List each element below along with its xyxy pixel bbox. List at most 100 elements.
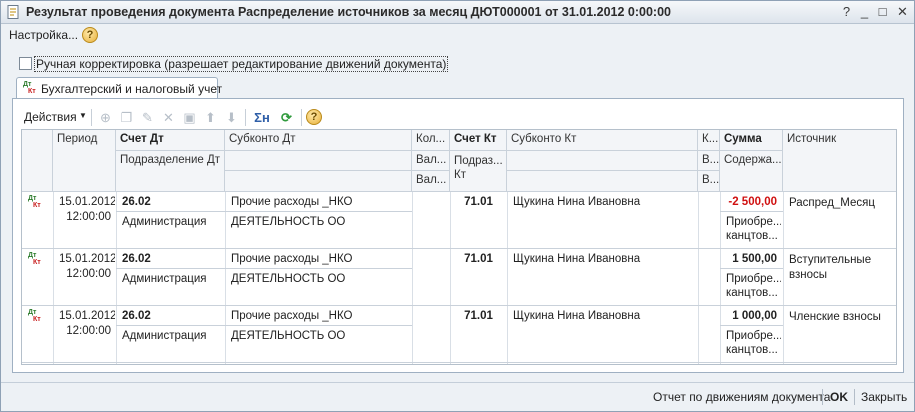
bottom-bar: Отчет по движениям документа OK Закрыть bbox=[1, 382, 914, 411]
header-v-kt-2[interactable]: В... bbox=[698, 171, 720, 192]
help-window-button[interactable]: ? bbox=[838, 4, 855, 20]
postings-grid: Период Счет Дт Подразделение Дт Субконто… bbox=[21, 129, 897, 365]
row-subkonto-kt: Щукина Нина Ивановна bbox=[513, 196, 641, 208]
toolbar-divider bbox=[301, 109, 302, 126]
bottom-divider bbox=[822, 389, 823, 405]
help-icon[interactable]: ? bbox=[82, 27, 98, 43]
row-subkonto-dt-1: Прочие расходы _НКО bbox=[231, 196, 353, 208]
row-schet-kt: 71.01 bbox=[464, 253, 493, 265]
header-subkonto-kt-2 bbox=[507, 151, 698, 171]
settings-menu[interactable]: Настройка... bbox=[9, 28, 78, 42]
column-divider bbox=[507, 192, 508, 364]
row-subkonto-dt-2: ДЕЯТЕЛЬНОСТЬ ОО bbox=[231, 216, 346, 228]
toolbar-divider bbox=[91, 109, 92, 126]
row-soderzh-2: канцтов... bbox=[726, 344, 778, 356]
header-kol-dt[interactable]: Кол... bbox=[412, 130, 450, 151]
row-subkonto-kt: Щукина Нина Ивановна bbox=[513, 253, 641, 265]
header-schet-kt[interactable]: Счет Кт bbox=[450, 130, 507, 151]
row-summa: 1 500,00 bbox=[732, 253, 777, 265]
delete-icon[interactable]: ✕ bbox=[160, 109, 177, 126]
tab-label: Бухгалтерский и налоговый учет bbox=[41, 82, 223, 96]
close-button[interactable]: Закрыть bbox=[861, 390, 907, 404]
document-icon bbox=[7, 5, 19, 19]
row-divider bbox=[22, 305, 896, 306]
row-schet-dt: 26.02 bbox=[122, 310, 151, 322]
header-subkonto-dt[interactable]: Субконто Дт bbox=[225, 130, 412, 151]
header-val-dt-2[interactable]: Вал... bbox=[412, 171, 450, 192]
header-podrazd-dt[interactable]: Подразделение Дт bbox=[116, 151, 225, 192]
header-subkonto-dt-2 bbox=[225, 151, 412, 171]
header-soderzh[interactable]: Содержа... bbox=[720, 151, 783, 192]
window-title: Результат проведения документа Распредел… bbox=[26, 5, 671, 19]
column-divider bbox=[783, 192, 784, 364]
column-divider bbox=[412, 192, 413, 364]
row-podrazd-dt: Администрация bbox=[122, 330, 207, 342]
row-schet-kt: 71.01 bbox=[464, 310, 493, 322]
sub-divider bbox=[116, 211, 225, 212]
sub-divider bbox=[720, 325, 783, 326]
row-subkonto-dt-1: Прочие расходы _НКО bbox=[231, 253, 353, 265]
header-subkonto-dt-3 bbox=[225, 171, 412, 192]
row-schet-kt: 71.01 bbox=[464, 196, 493, 208]
manual-edit-label[interactable]: Ручная корректировка (разрешает редактир… bbox=[34, 56, 449, 72]
header-podrazd-kt[interactable]: Подраз... Кт bbox=[450, 151, 507, 192]
row-time: 12:00:00 bbox=[66, 211, 111, 223]
help-icon[interactable]: ? bbox=[306, 109, 322, 125]
row-date: 15.01.2012 bbox=[59, 310, 115, 322]
row-schet-dt: 26.02 bbox=[122, 196, 151, 208]
row-summa: -2 500,00 bbox=[728, 196, 777, 208]
row-podrazd-dt: Администрация bbox=[122, 216, 207, 228]
actions-menu[interactable]: Действия bbox=[24, 110, 77, 124]
close-window-button[interactable]: ✕ bbox=[894, 4, 911, 20]
sub-divider bbox=[720, 211, 783, 212]
grid-toolbar: Действия ▼ ⊕ ❐ ✎ ✕ ▣ ⬆ ⬇ Σн ⟳ ? bbox=[21, 107, 891, 129]
header-val-dt[interactable]: Вал... bbox=[412, 151, 450, 171]
row-date: 15.01.2012 bbox=[59, 196, 115, 208]
header-k-kt[interactable]: К... bbox=[698, 130, 720, 151]
header-period[interactable]: Период bbox=[53, 130, 116, 192]
chevron-down-icon[interactable]: ▼ bbox=[79, 111, 87, 120]
movements-report-button[interactable]: Отчет по движениям документа bbox=[653, 390, 830, 404]
sub-divider bbox=[225, 211, 412, 212]
row-istochnik: Распред_Месяц bbox=[789, 197, 875, 209]
row-time: 12:00:00 bbox=[66, 268, 111, 280]
toolbar-divider bbox=[245, 109, 246, 126]
header-summa[interactable]: Сумма bbox=[720, 130, 783, 151]
row-subkonto-kt: Щукина Нина Ивановна bbox=[513, 310, 641, 322]
minimize-button[interactable]: _ bbox=[856, 4, 873, 20]
save-icon[interactable]: ▣ bbox=[181, 109, 198, 126]
tab-panel: Действия ▼ ⊕ ❐ ✎ ✕ ▣ ⬆ ⬇ Σн ⟳ ? Период С… bbox=[12, 98, 904, 373]
dt-kt-icon: Дт Кт bbox=[28, 252, 41, 266]
column-divider bbox=[53, 192, 54, 364]
column-divider bbox=[698, 192, 699, 364]
move-up-icon[interactable]: ⬆ bbox=[202, 109, 219, 126]
maximize-button[interactable]: □ bbox=[874, 4, 891, 20]
dt-kt-icon: Дт Кт bbox=[28, 195, 41, 209]
header-icon-column bbox=[22, 130, 53, 192]
ok-button[interactable]: OK bbox=[830, 390, 848, 404]
add-icon[interactable]: ⊕ bbox=[97, 109, 114, 126]
row-time: 12:00:00 bbox=[66, 325, 111, 337]
sub-divider bbox=[225, 325, 412, 326]
sub-divider bbox=[225, 268, 412, 269]
sum-icon[interactable]: Σн bbox=[251, 109, 273, 126]
dt-kt-icon: Дт Кт bbox=[23, 81, 36, 95]
row-schet-dt: 26.02 bbox=[122, 253, 151, 265]
refresh-icon[interactable]: ⟳ bbox=[278, 109, 295, 126]
row-istochnik: Членские взносы bbox=[789, 311, 881, 323]
header-v-kt[interactable]: В... bbox=[698, 151, 720, 171]
edit-icon[interactable]: ✎ bbox=[139, 109, 156, 126]
bottom-divider bbox=[854, 389, 855, 405]
manual-edit-checkbox[interactable] bbox=[19, 57, 32, 70]
header-istochnik[interactable]: Источник bbox=[783, 130, 896, 192]
copy-icon[interactable]: ❐ bbox=[118, 109, 135, 126]
column-divider bbox=[225, 192, 226, 364]
header-subkonto-kt-3 bbox=[507, 171, 698, 192]
tab-accounting[interactable]: Дт Кт Бухгалтерский и налоговый учет bbox=[16, 77, 222, 99]
row-subkonto-dt-2: ДЕЯТЕЛЬНОСТЬ ОО bbox=[231, 330, 346, 342]
move-down-icon[interactable]: ⬇ bbox=[223, 109, 240, 126]
row-soderzh-2: канцтов... bbox=[726, 230, 778, 242]
header-subkonto-kt[interactable]: Субконто Кт bbox=[507, 130, 698, 151]
header-schet-dt[interactable]: Счет Дт bbox=[116, 130, 225, 151]
column-divider bbox=[720, 192, 721, 364]
